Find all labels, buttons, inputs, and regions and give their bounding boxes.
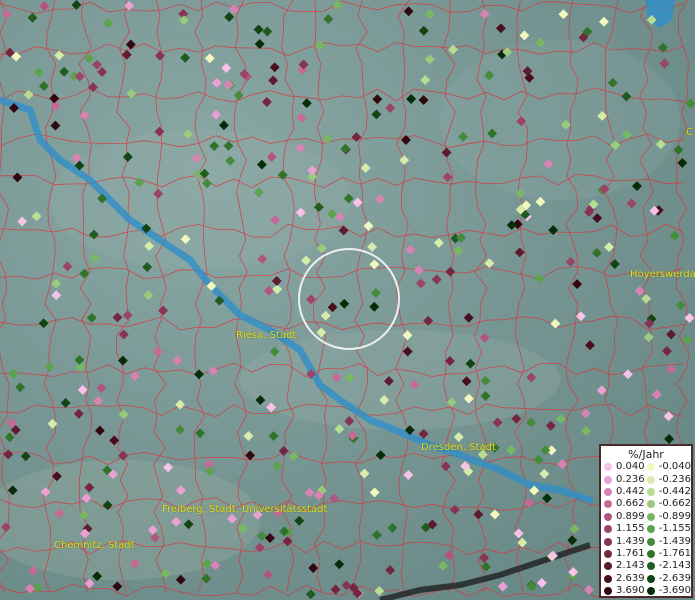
- legend-row-falling: -0.442: [646, 485, 691, 498]
- legend-row-rising: 0.236: [604, 473, 647, 485]
- legend-row-falling: -1.761: [646, 547, 691, 560]
- legend-swatch: [604, 525, 612, 534]
- legend-swatch: [646, 500, 655, 509]
- legend-value: 0.442: [616, 485, 645, 497]
- legend-swatch: [646, 537, 655, 546]
- legend-title: %/Jahr: [628, 448, 664, 461]
- legend-row-falling: -3.690: [646, 585, 691, 597]
- legend-row-falling: -0.236: [646, 473, 691, 485]
- legend-value: -0.040: [658, 461, 691, 473]
- legend-swatch: [604, 487, 612, 496]
- city-label-riesa: Riesa, Stadt: [236, 330, 297, 341]
- legend-value: -1.761: [658, 547, 691, 559]
- legend: %/Jahr 0.040 0.236 0.442 0.662 0.899 1.155 1.4…: [599, 444, 693, 598]
- legend-swatch: [604, 574, 612, 583]
- legend-value: -0.899: [658, 510, 691, 522]
- legend-swatch: [604, 587, 612, 596]
- legend-row-falling: -1.155: [646, 523, 691, 535]
- legend-row-falling: -1.439: [646, 535, 691, 547]
- legend-value: -3.690: [658, 585, 691, 597]
- city-label-hoyerswerda: Hoyerswerda: [630, 269, 695, 280]
- legend-value: -2.143: [658, 560, 691, 572]
- legend-swatch: [604, 537, 612, 546]
- legend-swatch: [646, 549, 655, 558]
- legend-value: -0.442: [658, 485, 691, 497]
- legend-row-rising: 0.899: [604, 511, 647, 523]
- legend-falling-column: -0.040 -0.236 -0.442 -0.662 -0.899 -1.155 -1.4…: [646, 461, 691, 597]
- legend-value: 0.040: [616, 461, 645, 473]
- legend-row-rising: 0.662: [604, 498, 647, 510]
- legend-value: -1.439: [658, 535, 691, 547]
- legend-value: 0.236: [616, 473, 645, 485]
- legend-swatch: [604, 475, 612, 484]
- legend-value: -0.236: [658, 473, 691, 485]
- legend-row-falling: -2.639: [646, 572, 691, 585]
- legend-value: -1.155: [658, 523, 691, 535]
- legend-swatch: [604, 463, 612, 472]
- legend-row-rising: 1.439: [604, 535, 647, 547]
- city-label-chemnitz: Chemnitz, Stadt: [54, 540, 135, 551]
- legend-swatch: [604, 549, 612, 558]
- legend-row-falling: -0.040: [646, 461, 691, 473]
- legend-swatch: [604, 512, 612, 521]
- legend-swatch: [646, 587, 655, 596]
- legend-row-rising: 1.761: [604, 548, 647, 560]
- city-label-c: C: [686, 127, 693, 138]
- legend-value: 1.761: [616, 547, 645, 559]
- legend-swatch: [646, 512, 655, 521]
- legend-swatch: [646, 487, 655, 496]
- legend-row-falling: -0.662: [646, 498, 691, 510]
- legend-swatch: [646, 574, 655, 583]
- map-canvas[interactable]: [0, 0, 695, 600]
- legend-value: 2.143: [616, 560, 645, 572]
- legend-value: 3.690: [616, 585, 645, 597]
- legend-value: 1.155: [616, 523, 645, 535]
- legend-swatch: [604, 500, 612, 509]
- legend-value: 0.899: [616, 510, 645, 522]
- legend-swatch: [604, 562, 612, 571]
- legend-swatch: [646, 525, 655, 534]
- legend-row-rising: 3.690: [604, 585, 647, 597]
- legend-rising-column: 0.040 0.236 0.442 0.662 0.899 1.155 1.439 1.761…: [604, 461, 647, 597]
- legend-row-rising: 2.639: [604, 573, 647, 585]
- legend-row-rising: 0.442: [604, 486, 647, 498]
- legend-row-rising: 1.155: [604, 523, 647, 535]
- legend-row-rising: 2.143: [604, 560, 647, 572]
- city-label-freiberg: Freiberg, Stadt, Universitätsstadt: [162, 504, 328, 515]
- legend-swatch: [646, 463, 655, 472]
- legend-value: -0.662: [658, 498, 691, 510]
- legend-row-falling: -2.143: [646, 560, 691, 572]
- legend-swatch: [646, 562, 655, 571]
- legend-value: -2.639: [658, 572, 691, 584]
- legend-swatch: [646, 475, 655, 484]
- legend-value: 2.639: [616, 572, 645, 584]
- legend-value: 1.439: [616, 535, 645, 547]
- city-label-dresden: Dresden, Stadt: [421, 442, 496, 453]
- legend-row-falling: -0.899: [646, 510, 691, 523]
- legend-row-rising: 0.040: [604, 461, 647, 473]
- legend-value: 0.662: [616, 498, 645, 510]
